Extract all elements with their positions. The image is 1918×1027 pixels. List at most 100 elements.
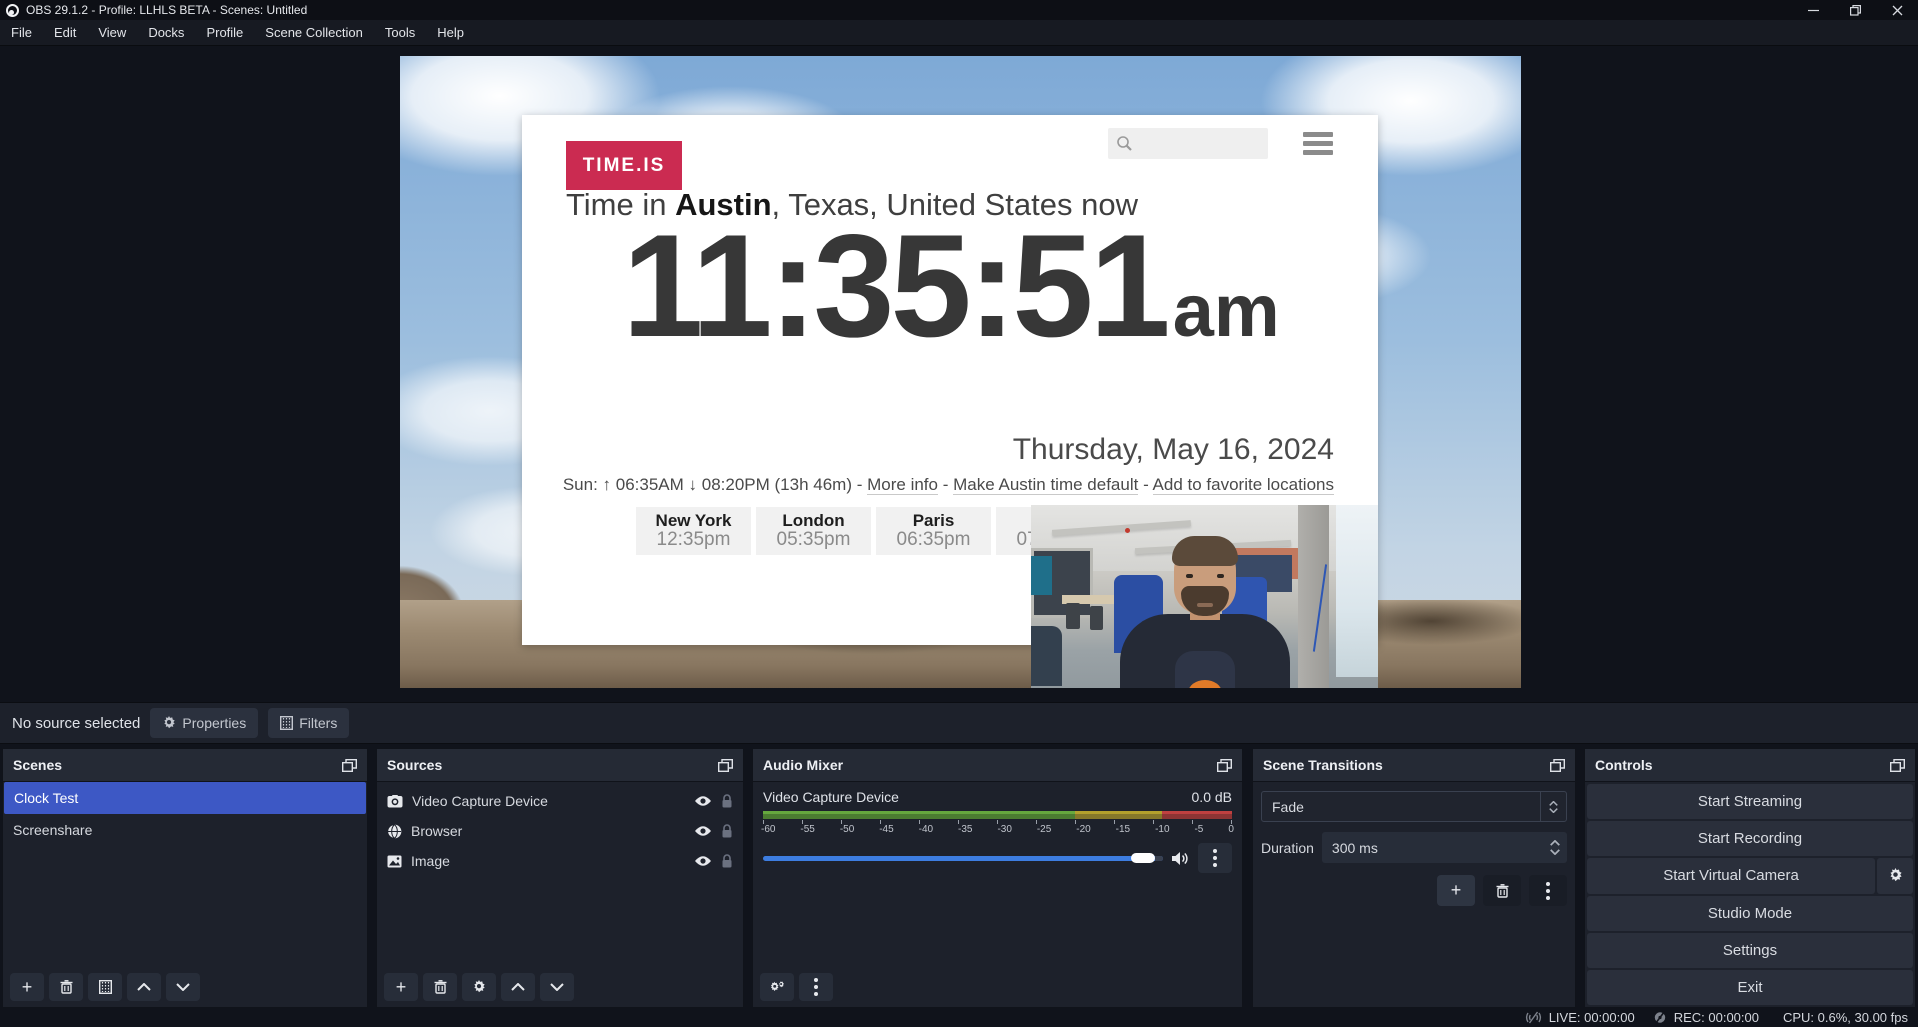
gear-icon <box>162 716 176 730</box>
menu-view[interactable]: View <box>87 20 137 45</box>
popout-icon[interactable] <box>718 759 733 772</box>
chevron-down-icon <box>550 983 564 991</box>
mixer-menu-button[interactable] <box>799 973 833 1001</box>
start-streaming-button[interactable]: Start Streaming <box>1587 784 1913 819</box>
studio-mode-button[interactable]: Studio Mode <box>1587 896 1913 931</box>
scenes-toolbar: + <box>3 967 367 1007</box>
audio-mixer-panel: Audio Mixer Video Capture Device 0.0 dB … <box>752 748 1243 1008</box>
transition-menu-button[interactable] <box>1529 875 1567 906</box>
search-icon <box>1116 135 1133 152</box>
tv-screen <box>1031 556 1052 595</box>
move-source-up-button[interactable] <box>501 973 535 1001</box>
visibility-eye-icon[interactable] <box>694 825 712 837</box>
scene-item-clock-test[interactable]: Clock Test <box>4 782 366 814</box>
add-source-button[interactable]: + <box>384 973 418 1001</box>
popout-icon[interactable] <box>1550 759 1565 772</box>
scenes-list: Clock Test Screenshare <box>3 782 367 967</box>
chevron-up-icon <box>511 983 525 991</box>
city-tile: New York12:35pm <box>636 507 751 555</box>
vertical-dots-icon <box>1546 882 1550 900</box>
lock-icon[interactable] <box>721 824 733 839</box>
chevron-down-icon <box>176 983 190 991</box>
controls-body: Start Streaming Start Recording Start Vi… <box>1585 782 1915 1007</box>
lock-icon[interactable] <box>721 854 733 869</box>
move-source-down-button[interactable] <box>540 973 574 1001</box>
lock-icon[interactable] <box>721 794 733 809</box>
remove-transition-button[interactable] <box>1483 875 1521 906</box>
transition-select[interactable]: Fade <box>1261 791 1567 822</box>
filters-button[interactable]: Filters <box>268 708 349 738</box>
no-source-selected-label: No source selected <box>12 715 140 732</box>
scene-transitions-header: Scene Transitions <box>1253 749 1575 782</box>
speaker-icon[interactable] <box>1172 851 1189 866</box>
video-capture-source-webcam[interactable] <box>1031 505 1378 688</box>
city-tile: London05:35pm <box>756 507 871 555</box>
volume-slider-handle[interactable] <box>1131 853 1155 863</box>
source-row-video-capture[interactable]: Video Capture Device <box>377 786 743 816</box>
source-properties-button[interactable] <box>462 973 496 1001</box>
chevron-up-icon <box>1549 801 1558 806</box>
obs-logo-icon <box>6 4 19 17</box>
camera-icon <box>387 795 403 808</box>
chevron-down-icon <box>1550 849 1560 855</box>
menu-file[interactable]: File <box>0 20 43 45</box>
bright-window <box>1336 505 1378 677</box>
popout-icon[interactable] <box>342 759 357 772</box>
scene-item-screenshare[interactable]: Screenshare <box>3 814 367 846</box>
select-chevrons[interactable] <box>1540 792 1566 821</box>
virtual-camera-settings-button[interactable] <box>1877 858 1913 893</box>
properties-button[interactable]: Properties <box>150 708 258 738</box>
minimize-button[interactable] <box>1792 0 1834 20</box>
duration-spinbox[interactable]: 300 ms <box>1322 832 1567 863</box>
menu-tools[interactable]: Tools <box>374 20 426 45</box>
city-tile: Paris06:35pm <box>876 507 991 555</box>
start-virtual-camera-button[interactable]: Start Virtual Camera <box>1587 858 1875 893</box>
source-row-browser[interactable]: Browser <box>377 816 743 846</box>
move-scene-up-button[interactable] <box>127 973 161 1001</box>
menu-profile[interactable]: Profile <box>195 20 254 45</box>
close-button[interactable] <box>1876 0 1918 20</box>
scene-filters-button[interactable] <box>88 973 122 1001</box>
timeis-logo: TIME.IS <box>566 141 682 190</box>
popout-icon[interactable] <box>1890 759 1905 772</box>
source-row-image[interactable]: Image <box>377 846 743 876</box>
remove-source-button[interactable] <box>423 973 457 1001</box>
browser-source-timeis[interactable]: TIME.IS Time in Austin, Texas, United St… <box>522 115 1378 645</box>
foreground-chair <box>1031 626 1062 686</box>
move-scene-down-button[interactable] <box>166 973 200 1001</box>
scene-preview-canvas[interactable]: TIME.IS Time in Austin, Texas, United St… <box>400 56 1521 688</box>
controls-panel: Controls Start Streaming Start Recording… <box>1584 748 1916 1008</box>
menu-docks[interactable]: Docks <box>137 20 195 45</box>
exit-button[interactable]: Exit <box>1587 970 1913 1005</box>
popout-icon[interactable] <box>1217 759 1232 772</box>
menu-scene-collection[interactable]: Scene Collection <box>254 20 374 45</box>
stream-signal-icon <box>1525 1011 1542 1024</box>
restore-button[interactable] <box>1834 0 1876 20</box>
visibility-eye-icon[interactable] <box>694 855 712 867</box>
menu-edit[interactable]: Edit <box>43 20 87 45</box>
add-scene-button[interactable]: + <box>10 973 44 1001</box>
volume-slider[interactable] <box>763 856 1163 861</box>
trash-icon <box>434 980 447 994</box>
audio-mixer-body: Video Capture Device 0.0 dB -60-55-50-45… <box>753 782 1242 967</box>
mixer-level-value: 0.0 dB <box>1192 789 1232 805</box>
advanced-audio-button[interactable] <box>760 973 794 1001</box>
audio-mixer-toolbar <box>753 967 1242 1007</box>
add-transition-button[interactable]: + <box>1437 875 1475 906</box>
scenes-header: Scenes <box>3 749 367 782</box>
person <box>1120 556 1290 688</box>
menu-help[interactable]: Help <box>426 20 475 45</box>
add-favorite-link: Add to favorite locations <box>1153 475 1334 495</box>
sources-toolbar: + <box>377 967 743 1007</box>
scene-transitions-panel: Scene Transitions Fade Duration 300 ms <box>1252 748 1576 1008</box>
visibility-eye-icon[interactable] <box>694 795 712 807</box>
record-disc-icon <box>1653 1011 1667 1024</box>
mixer-channel-menu-button[interactable] <box>1198 843 1232 873</box>
settings-button[interactable]: Settings <box>1587 933 1913 968</box>
source-toolbar: No source selected Properties Filters <box>0 702 1918 744</box>
start-recording-button[interactable]: Start Recording <box>1587 821 1913 856</box>
scene-transitions-body: Fade Duration 300 ms + <box>1253 782 1575 1007</box>
spin-chevrons[interactable] <box>1543 840 1567 855</box>
remove-scene-button[interactable] <box>49 973 83 1001</box>
more-info-link: More info <box>867 475 938 495</box>
